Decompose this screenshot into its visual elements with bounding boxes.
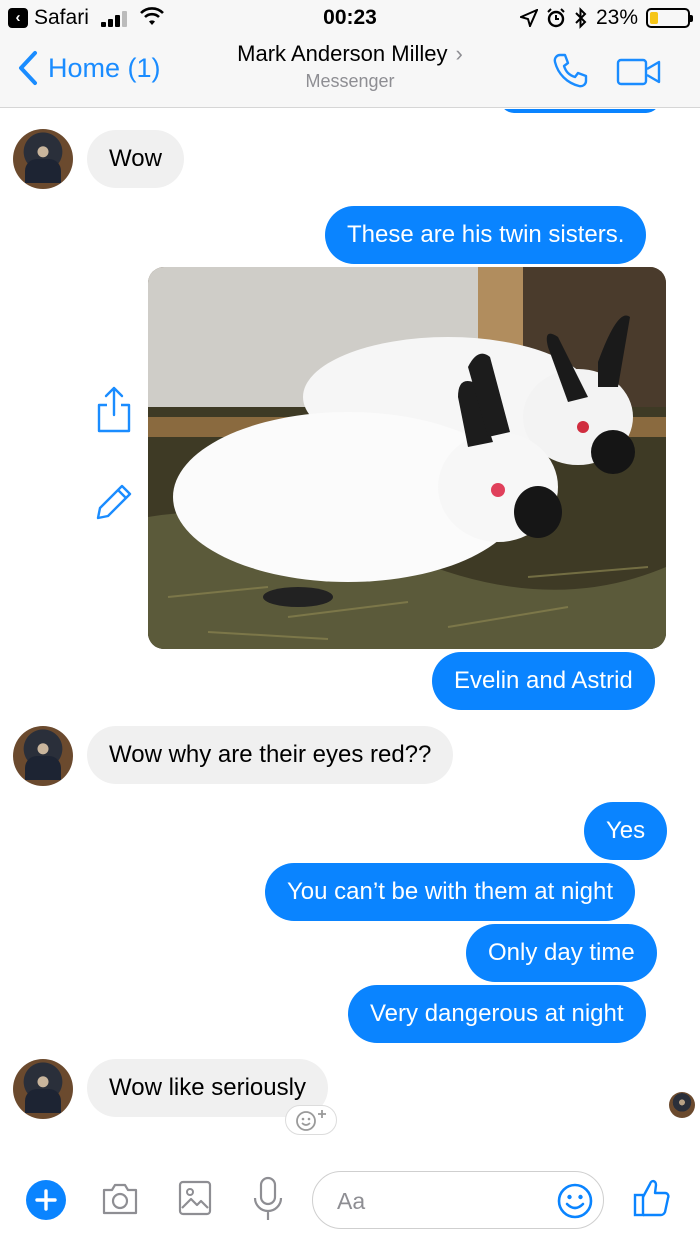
read-receipt-avatar (669, 1092, 695, 1118)
message-bubble-outgoing[interactable]: These are his twin sisters. (325, 206, 647, 264)
message-bubble-outgoing[interactable]: Very dangerous at night (348, 985, 646, 1043)
emoji-icon[interactable] (556, 1182, 594, 1220)
message-input[interactable] (337, 1186, 537, 1216)
avatar[interactable] (13, 129, 73, 189)
camera-icon[interactable] (100, 1182, 140, 1216)
status-bar: ‹ Safari 00:23 23% (0, 0, 700, 36)
gallery-icon[interactable] (178, 1180, 212, 1216)
battery-percent: 23% (595, 6, 638, 29)
message-bubble-outgoing[interactable]: Yes (584, 802, 668, 860)
thumbs-up-icon[interactable] (633, 1178, 671, 1218)
back-label: Home (1) (48, 52, 161, 83)
avatar[interactable] (13, 1059, 73, 1119)
edit-pencil-icon[interactable] (94, 482, 134, 522)
bluetooth-icon (575, 7, 587, 29)
contact-subtitle: Messenger (305, 71, 395, 91)
location-arrow-icon (519, 9, 538, 27)
video-camera-icon[interactable] (616, 58, 662, 86)
phone-icon[interactable] (551, 52, 589, 90)
message-list[interactable]: Wow These are his twin sisters. Evelin a… (0, 109, 700, 1144)
battery-level (650, 12, 659, 24)
microphone-icon[interactable] (252, 1176, 284, 1222)
previous-message-bubble (500, 109, 660, 113)
alarm-clock-icon (547, 8, 565, 28)
contact-info[interactable]: Mark Anderson Milley › Messenger (180, 41, 520, 92)
message-input-box[interactable] (312, 1171, 604, 1229)
add-reaction-button[interactable] (285, 1105, 337, 1135)
message-composer (0, 1144, 700, 1244)
share-icon[interactable] (96, 385, 132, 433)
plus-glyph (35, 1189, 57, 1211)
battery-icon (646, 8, 693, 28)
message-bubble-incoming[interactable]: Wow (87, 130, 184, 188)
contact-name-row: Mark Anderson Milley › (180, 41, 520, 67)
chevron-right-icon: › (455, 41, 463, 66)
rabbits-photo-image (148, 267, 666, 649)
avatar[interactable] (13, 726, 73, 786)
conversation-header: Home (1) Mark Anderson Milley › Messenger (0, 36, 700, 108)
rabbits-photo[interactable] (148, 267, 666, 649)
message-bubble-outgoing[interactable]: Only day time (466, 924, 657, 982)
add-reaction-icon (296, 1110, 326, 1131)
back-button[interactable]: Home (1) (18, 50, 161, 86)
message-bubble-outgoing[interactable]: Evelin and Astrid (432, 652, 655, 710)
contact-name: Mark Anderson Milley (237, 41, 448, 66)
plus-icon[interactable] (26, 1180, 66, 1220)
chevron-left-icon (19, 51, 37, 85)
message-bubble-outgoing[interactable]: You can’t be with them at night (265, 863, 635, 921)
message-bubble-incoming[interactable]: Wow why are their eyes red?? (87, 726, 454, 784)
